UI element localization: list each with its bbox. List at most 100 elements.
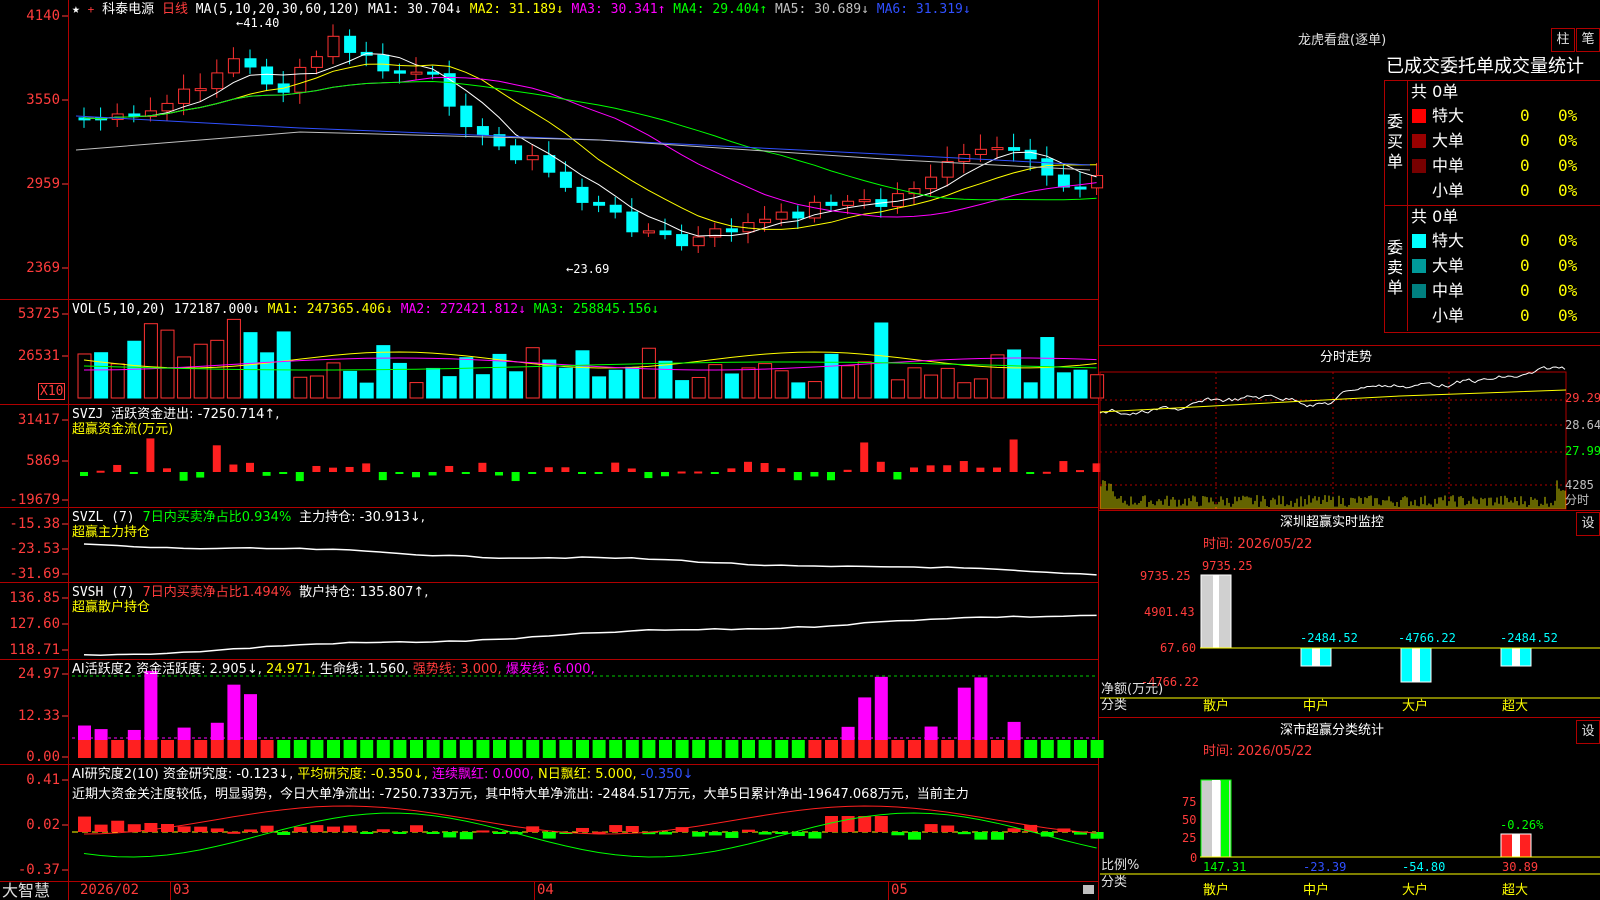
vol-ma3: MA3: 258845.156↓	[533, 302, 660, 317]
date-label-feb: 2026/02	[80, 882, 140, 898]
activity-bar	[210, 722, 224, 740]
fund-flow-bar	[810, 472, 819, 477]
research-bar	[227, 831, 241, 834]
buy-row-1: 大单 0 0%	[1408, 129, 1598, 153]
sell-swatch-0	[1412, 234, 1426, 248]
fund-flow-bar	[229, 464, 238, 472]
kline-candle	[559, 171, 572, 188]
fund-flow-bar	[312, 465, 321, 472]
activity-base-bar	[891, 740, 905, 758]
buy-count-3: 0	[1520, 181, 1530, 200]
ma1-value: MA1: 30.704↓	[368, 2, 462, 17]
sz-class-cat-large: 大户	[1402, 883, 1429, 898]
activity-base-bar	[1090, 740, 1104, 758]
svsh-chart[interactable]	[83, 614, 1097, 657]
sell-swatch-1	[1412, 259, 1426, 273]
activity-base-bar	[642, 740, 656, 758]
kline-candle	[344, 35, 357, 53]
ma-line	[83, 53, 1097, 237]
fund-flow-bar	[943, 465, 952, 472]
sz-monitor-net-label: 净额(万元)	[1101, 682, 1164, 697]
volume-chart[interactable]	[77, 318, 1105, 399]
vol-unit-badge[interactable]: X10	[38, 383, 66, 400]
kline-candle	[476, 126, 489, 136]
ma3-value: MA3: 30.341↑	[571, 2, 666, 17]
activity-base-bar	[509, 740, 523, 758]
add-icon[interactable]: +	[88, 3, 95, 16]
sz-monitor-settings-button[interactable]: 设	[1576, 512, 1600, 536]
volume-bar	[509, 371, 524, 399]
kline-candle	[593, 201, 606, 206]
activity-base-bar	[941, 740, 955, 758]
volume-bar	[641, 347, 656, 399]
column-view-button[interactable]: 柱	[1551, 28, 1575, 52]
sz-monitor-cat-super: 超大	[1502, 699, 1529, 714]
kline-candle	[858, 199, 871, 203]
fund-flow-bar	[1042, 471, 1051, 474]
kline-chart[interactable]	[75, 24, 1104, 253]
tick-view-button[interactable]: 笔	[1576, 28, 1600, 52]
volume-bar	[724, 373, 739, 399]
ai-research-chart[interactable]	[72, 805, 1104, 858]
fund-flow-bar	[262, 472, 271, 476]
fund-flow-bar	[860, 442, 869, 472]
chart-canvas[interactable]	[0, 0, 1600, 900]
svzl-label: SVZL (7)	[72, 510, 135, 525]
buy-swatch-2	[1412, 159, 1426, 173]
sz-monitor-super-value: -2484.52	[1500, 631, 1558, 645]
intraday-axis-1: 29.29	[1565, 391, 1600, 405]
kline-candle	[460, 105, 473, 128]
volume-bar	[592, 376, 607, 399]
research-bar	[742, 829, 755, 832]
ai1-strong-line: 强势线: 3.000,	[412, 662, 502, 677]
fund-flow-bar	[627, 468, 636, 472]
buy-count-0: 0	[1520, 106, 1530, 125]
svzj-title: 超赢资金流(万元)	[72, 422, 174, 437]
brand-logo[interactable]: 大智慧	[2, 881, 50, 900]
buy-name-2: 中单	[1432, 156, 1465, 175]
volume-bar	[326, 362, 341, 399]
period-label[interactable]: 日线	[162, 2, 188, 17]
star-icon[interactable]: ★	[72, 2, 80, 17]
activity-base-bar	[78, 740, 91, 758]
buy-row-3: 小单 0 0%	[1408, 179, 1598, 203]
fund-flow-bar	[246, 462, 254, 472]
research-bar	[310, 825, 324, 832]
ai-activity-chart[interactable]	[72, 670, 1104, 758]
fund-flow-bar	[993, 467, 1001, 472]
buy-row-0: 特大 0 0%	[1408, 104, 1598, 128]
kline-candle	[1057, 174, 1070, 188]
indicator-line	[83, 614, 1097, 657]
svzl-chart[interactable]	[83, 543, 1097, 576]
sz-class-settings-button[interactable]: 设	[1576, 720, 1600, 744]
volume-bar	[940, 367, 955, 399]
sz-class-time: 时间: 2026/05/22	[1203, 744, 1313, 759]
volume-bar	[1073, 369, 1088, 399]
sz-class-cat-retail: 散户	[1203, 883, 1230, 898]
kline-candle	[1024, 149, 1037, 160]
svzj-chart[interactable]	[80, 438, 1101, 482]
vol-ma2: MA2: 272421.812↓	[400, 302, 526, 317]
activity-base-bar	[376, 740, 390, 758]
kline-candle	[991, 147, 1004, 151]
volume-bar	[608, 369, 623, 399]
activity-base-bar	[858, 740, 872, 758]
activity-base-bar	[260, 740, 274, 758]
activity-base-bar	[161, 740, 174, 758]
activity-base-bar	[559, 740, 573, 758]
fund-flow-bar	[96, 470, 105, 473]
fund-flow-bar	[910, 467, 918, 472]
fund-flow-bar	[710, 472, 719, 474]
activity-base-bar	[410, 740, 423, 758]
volume-bar	[293, 376, 308, 399]
svsh-label: SVSH (7)	[72, 585, 135, 600]
fund-flow-bar	[461, 472, 470, 474]
sz-monitor-large-value: -4766.22	[1398, 631, 1456, 645]
activity-base-bar	[1074, 740, 1087, 758]
svzl-net-ratio: 7日内买卖净占比0.934%	[142, 510, 292, 525]
fund-flow-bar	[196, 472, 205, 478]
intraday-chart[interactable]	[1099, 366, 1567, 510]
volume-bar	[575, 350, 590, 399]
lock-icon[interactable]	[1083, 885, 1094, 894]
ai2-summary: 近期大资金关注度较低，明显弱势，今日大单净流出: -7250.733万元，其中特…	[72, 787, 969, 802]
